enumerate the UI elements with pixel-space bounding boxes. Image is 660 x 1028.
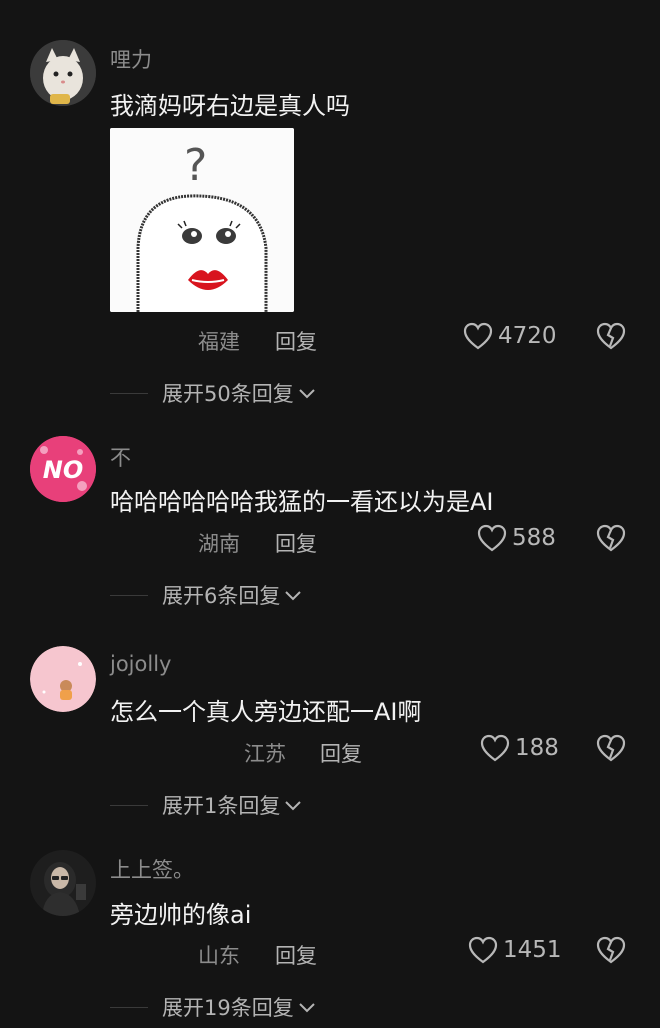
dislike-button[interactable] (596, 322, 626, 350)
expand-label: 展开50条回复 (162, 382, 294, 406)
sticker-question-mark: ? (184, 140, 207, 191)
expand-replies[interactable]: 展开1条回复 (110, 790, 302, 820)
comment-text: 怎么一个真人旁边还配一AI啊 (110, 698, 422, 726)
svg-text:NO: NO (43, 456, 84, 484)
avatar[interactable] (30, 40, 96, 106)
expand-replies[interactable]: 展开19条回复 (110, 992, 316, 1022)
like-button[interactable]: 4720 (463, 322, 557, 350)
reply-button[interactable]: 回复 (275, 528, 317, 558)
like-count: 4720 (498, 323, 557, 349)
like-count: 188 (515, 735, 559, 761)
username[interactable]: 上上签。 (110, 854, 194, 884)
like-count: 1451 (503, 937, 562, 963)
chevron-down-icon (298, 995, 316, 1019)
dislike-button[interactable] (596, 734, 626, 762)
broken-heart-icon (596, 524, 626, 552)
no-avatar-image: NO (30, 436, 96, 502)
reply-button[interactable]: 回复 (275, 326, 317, 356)
divider (110, 594, 148, 596)
expand-label: 展开1条回复 (162, 794, 281, 818)
comment-location: 江苏 (244, 742, 286, 766)
divider (110, 804, 148, 806)
username[interactable]: 哩力 (110, 44, 152, 74)
broken-heart-icon (596, 734, 626, 762)
username[interactable]: 不 (110, 442, 131, 472)
heart-icon (468, 936, 498, 964)
dislike-button[interactable] (596, 524, 626, 552)
cat-avatar-image (30, 40, 96, 106)
reply-button[interactable]: 回复 (275, 940, 317, 970)
username[interactable]: jojolly (110, 652, 171, 676)
expand-label: 展开19条回复 (162, 996, 294, 1020)
avatar[interactable] (30, 850, 96, 916)
chevron-down-icon (284, 583, 302, 607)
chevron-down-icon (298, 381, 316, 405)
broken-heart-icon (596, 322, 626, 350)
expand-replies[interactable]: 展开50条回复 (110, 378, 316, 408)
chevron-down-icon (284, 793, 302, 817)
sticker-image[interactable]: ? (110, 128, 294, 312)
like-button[interactable]: 1451 (468, 936, 562, 964)
comment-location: 山东 (198, 944, 240, 968)
expand-replies[interactable]: 展开6条回复 (110, 580, 302, 610)
broken-heart-icon (596, 936, 626, 964)
comment-text: 我滴妈呀右边是真人吗 (110, 92, 350, 120)
like-button[interactable]: 188 (480, 734, 559, 762)
heart-icon (477, 524, 507, 552)
divider (110, 1006, 148, 1008)
like-count: 588 (512, 525, 556, 551)
divider (110, 392, 148, 394)
like-button[interactable]: 588 (477, 524, 556, 552)
heart-icon (480, 734, 510, 762)
reply-button[interactable]: 回复 (320, 738, 362, 768)
comment-text: 旁边帅的像ai (110, 901, 252, 929)
comment-location: 福建 (198, 330, 240, 354)
heart-icon (463, 322, 493, 350)
comment-text: 哈哈哈哈哈哈我猛的一看还以为是AI (110, 488, 494, 516)
dislike-button[interactable] (596, 936, 626, 964)
moon-avatar-image (30, 646, 96, 712)
expand-label: 展开6条回复 (162, 584, 281, 608)
avatar[interactable] (30, 646, 96, 712)
avatar[interactable]: NO (30, 436, 96, 502)
comment-location: 湖南 (198, 532, 240, 556)
person-avatar-image (30, 850, 96, 916)
